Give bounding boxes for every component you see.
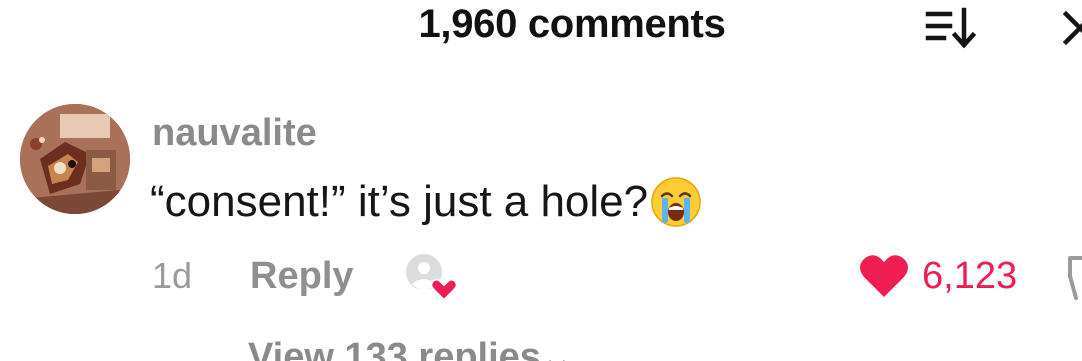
avatar-image bbox=[20, 104, 130, 214]
comment-text: “consent!” it’s just a hole? bbox=[150, 177, 649, 226]
dislike-icon[interactable] bbox=[1066, 254, 1082, 302]
comment-timestamp: 1d bbox=[152, 255, 193, 296]
like-button[interactable]: 6,123 bbox=[858, 250, 1017, 302]
comments-count-title: 1,960 comments bbox=[418, 2, 726, 46]
like-count: 6,123 bbox=[922, 254, 1018, 297]
close-icon[interactable] bbox=[1060, 8, 1082, 48]
comment-username[interactable]: nauvalite bbox=[152, 112, 317, 155]
comment-meta-row: 1d Reply bbox=[152, 250, 460, 302]
loudly-crying-face-icon bbox=[651, 177, 701, 227]
chevron-down-icon bbox=[548, 359, 566, 361]
comments-panel: 1,960 comments nauvalite “consent!” it’s… bbox=[0, 0, 1082, 361]
comment-body: “consent!” it’s just a hole? bbox=[150, 176, 702, 228]
sort-descending-icon[interactable] bbox=[924, 6, 980, 50]
heart-filled-icon bbox=[860, 255, 908, 297]
view-replies-label: View 133 replies bbox=[248, 336, 541, 361]
view-replies-button[interactable]: View 133 replies bbox=[150, 336, 569, 361]
avatar[interactable] bbox=[20, 104, 130, 214]
creator-liked-icon bbox=[405, 254, 458, 302]
reply-button[interactable]: Reply bbox=[250, 255, 353, 298]
